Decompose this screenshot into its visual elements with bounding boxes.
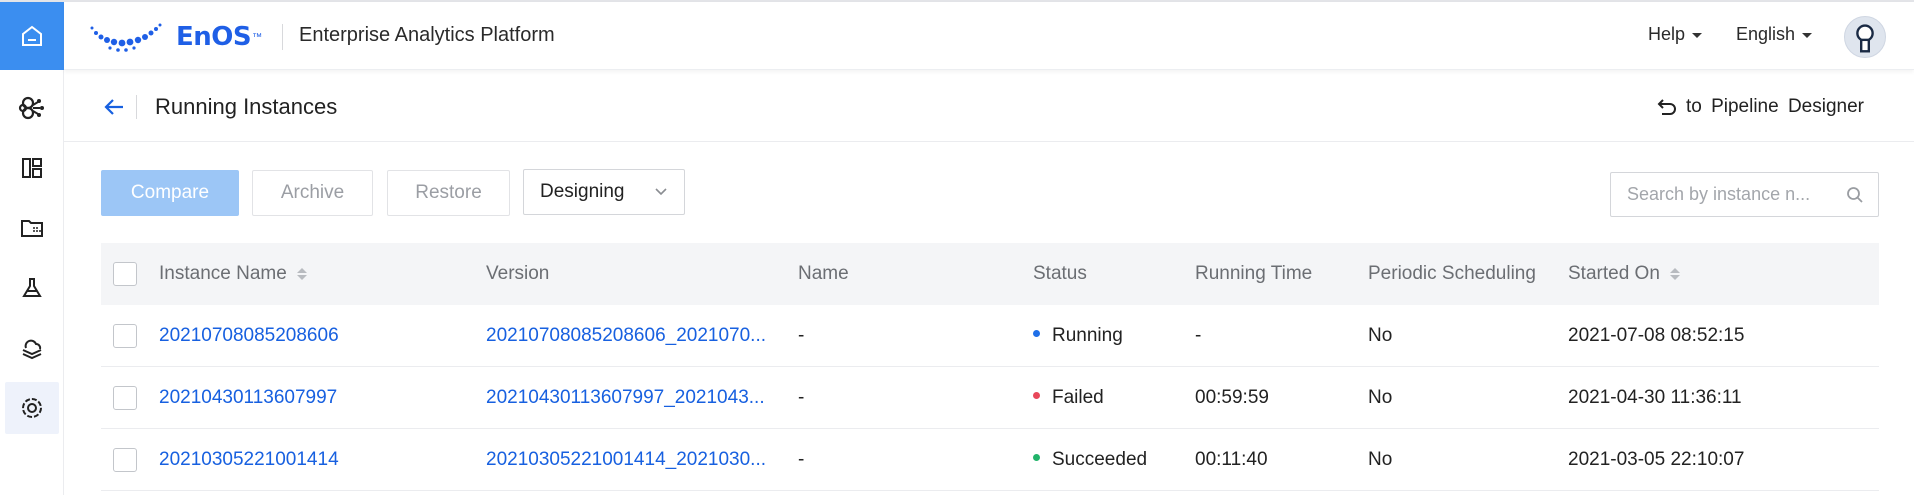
col-running-time: Running Time bbox=[1195, 263, 1313, 284]
periodic-cell: No bbox=[1368, 324, 1393, 346]
compare-button[interactable]: Compare bbox=[101, 170, 239, 216]
logo-text: EnOS bbox=[176, 22, 252, 52]
home-button[interactable] bbox=[0, 2, 64, 70]
running-time-cell: 00:59:59 bbox=[1195, 386, 1269, 408]
version-link[interactable]: 20210708085208606_2021070... bbox=[486, 325, 766, 347]
chevron-down-icon bbox=[655, 188, 667, 196]
started-on-cell: 2021-03-05 22:10:07 bbox=[1568, 448, 1745, 470]
language-menu[interactable]: English bbox=[1736, 24, 1812, 45]
col-label: Started On bbox=[1568, 263, 1660, 284]
running-time-cell: - bbox=[1195, 324, 1202, 346]
table-row: 20210708085208606 20210708085208606_2021… bbox=[101, 305, 1879, 367]
caret-down-icon bbox=[1692, 33, 1702, 38]
status-dot-icon bbox=[1033, 453, 1040, 461]
select-all-checkbox[interactable] bbox=[113, 262, 137, 286]
status-dot-icon bbox=[1033, 391, 1040, 399]
search-input[interactable] bbox=[1627, 184, 1837, 205]
started-on-cell: 2021-07-08 08:52:15 bbox=[1568, 324, 1745, 346]
stage-select[interactable]: Designing bbox=[523, 169, 685, 215]
name-cell: - bbox=[798, 386, 805, 408]
page-header-divider bbox=[136, 95, 137, 119]
status-cell: Succeeded bbox=[1033, 449, 1147, 471]
to-pipeline-designer-link[interactable]: to Pipeline Designer bbox=[1654, 96, 1864, 118]
language-label: English bbox=[1735, 24, 1795, 44]
back-button[interactable] bbox=[100, 94, 128, 120]
periodic-cell: No bbox=[1368, 386, 1393, 408]
rail-item-lab[interactable] bbox=[0, 258, 64, 318]
search-box[interactable] bbox=[1610, 172, 1879, 217]
running-time-cell: 00:11:40 bbox=[1195, 448, 1268, 470]
help-label: Help bbox=[1647, 24, 1685, 44]
header-divider bbox=[282, 24, 283, 50]
page-header: Running Instances to Pipeline Designer bbox=[64, 72, 1914, 142]
logo-dots-icon bbox=[90, 23, 162, 52]
cloud-layers-icon bbox=[22, 339, 42, 360]
arrow-left-icon bbox=[104, 99, 123, 115]
caret-down-icon bbox=[1802, 33, 1812, 38]
status-cell: Failed bbox=[1033, 387, 1104, 409]
row-checkbox[interactable] bbox=[113, 323, 137, 348]
status-label: Running bbox=[1052, 324, 1123, 346]
col-instance-name[interactable]: Instance Name bbox=[159, 263, 307, 285]
instance-link[interactable]: 20210708085208606 bbox=[159, 325, 339, 347]
table-row: 20210305221001414 20210305221001414_2021… bbox=[101, 429, 1879, 491]
user-icon bbox=[1856, 24, 1874, 53]
table-row: 20210430113607997 20210430113607997_2021… bbox=[101, 367, 1879, 429]
col-label: Instance Name bbox=[159, 263, 287, 284]
version-link[interactable]: 20210430113607997_2021043... bbox=[486, 387, 765, 409]
left-rail bbox=[0, 2, 64, 495]
avatar[interactable] bbox=[1844, 16, 1886, 58]
name-cell: - bbox=[798, 324, 805, 346]
page-title: Running Instances bbox=[155, 94, 338, 119]
col-name: Name bbox=[798, 263, 849, 284]
logo-trademark: ™ bbox=[252, 31, 263, 43]
instances-table: Instance Name Version Name Status Runnin… bbox=[101, 243, 1879, 491]
col-started-on[interactable]: Started On bbox=[1568, 263, 1680, 285]
row-checkbox[interactable] bbox=[113, 447, 137, 472]
rail-item-dashboard[interactable] bbox=[0, 138, 64, 198]
col-status: Status bbox=[1033, 263, 1087, 284]
row-checkbox[interactable] bbox=[113, 385, 137, 410]
sort-icon[interactable] bbox=[1669, 267, 1680, 280]
flask-icon bbox=[22, 278, 42, 297]
rail-item-settings[interactable] bbox=[0, 378, 64, 438]
periodic-cell: No bbox=[1368, 448, 1393, 470]
folder-grid-icon bbox=[21, 220, 43, 237]
col-version: Version bbox=[486, 263, 550, 284]
archive-button[interactable]: Archive bbox=[252, 170, 373, 216]
model-icon bbox=[18, 96, 44, 120]
to-designer-label: to Pipeline Designer bbox=[1685, 96, 1864, 117]
instance-link[interactable]: 20210430113607997 bbox=[159, 387, 337, 409]
top-header: EnOS ™ Enterprise Analytics Platform Help… bbox=[64, 2, 1914, 70]
restore-button[interactable]: Restore bbox=[387, 170, 510, 216]
status-cell: Running bbox=[1033, 325, 1123, 347]
stage-select-value: Designing bbox=[540, 181, 625, 202]
started-on-cell: 2021-04-30 11:36:11 bbox=[1568, 386, 1742, 408]
help-menu[interactable]: Help bbox=[1648, 24, 1702, 45]
status-dot-icon bbox=[1033, 329, 1040, 337]
status-label: Failed bbox=[1052, 386, 1104, 408]
instance-link[interactable]: 20210305221001414 bbox=[159, 449, 339, 471]
sort-icon[interactable] bbox=[296, 267, 307, 280]
rail-item-deploy[interactable] bbox=[0, 318, 64, 378]
search-icon[interactable] bbox=[1846, 186, 1864, 204]
name-cell: - bbox=[798, 448, 805, 470]
version-link[interactable]: 20210305221001414_2021030... bbox=[486, 449, 766, 471]
rail-item-model[interactable] bbox=[0, 78, 64, 138]
enos-logo[interactable]: EnOS ™ bbox=[88, 20, 262, 54]
table-header: Instance Name Version Name Status Runnin… bbox=[101, 243, 1879, 305]
rail-item-files[interactable] bbox=[0, 198, 64, 258]
app-title: Enterprise Analytics Platform bbox=[299, 24, 555, 46]
gear-ring-icon bbox=[22, 398, 42, 418]
home-icon bbox=[22, 25, 42, 46]
dashboard-icon bbox=[22, 158, 42, 178]
undo-icon bbox=[1657, 99, 1676, 115]
col-periodic-scheduling: Periodic Scheduling bbox=[1368, 263, 1536, 284]
status-label: Succeeded bbox=[1052, 448, 1148, 470]
